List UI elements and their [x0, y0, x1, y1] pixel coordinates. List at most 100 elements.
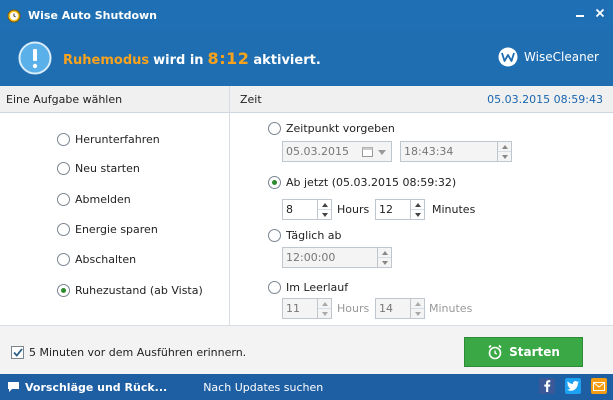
time-options: Zeitpunkt vorgeben 05.03.2015 18:43:34 A…	[230, 113, 613, 325]
action-bar: 5 Minuten vor dem Ausführen erinnern. St…	[0, 325, 613, 374]
date-picker[interactable]: 05.03.2015	[282, 141, 392, 162]
radio-circle	[268, 281, 281, 294]
radio-label: Ab jetzt (05.03.2015 08:59:32)	[286, 176, 457, 189]
brand-name: WiseCleaner	[524, 50, 599, 64]
spin-up-button[interactable]	[318, 200, 331, 209]
idle-minutes-spinner[interactable]	[410, 299, 424, 318]
radio-label: Abmelden	[75, 193, 131, 206]
footer-bar: Vorschläge und Rück... Nach Updates such…	[0, 374, 613, 400]
hours-spinner[interactable]	[317, 200, 331, 219]
radio-circle	[57, 133, 70, 146]
feedback-label: Vorschläge und Rück...	[25, 380, 168, 394]
radio-sleep[interactable]: Energie sparen	[57, 223, 158, 236]
hours-value: 11	[286, 302, 300, 315]
check-updates-link[interactable]: Nach Updates suchen	[203, 381, 323, 394]
checkbox-box	[11, 346, 24, 359]
radio-circle	[268, 122, 281, 135]
status-banner: Ruhemodus wird in 8:12 aktiviert. WiseCl…	[0, 30, 613, 86]
radio-circle	[57, 193, 70, 206]
radio-circle	[268, 229, 281, 242]
chevron-up-icon	[501, 144, 508, 149]
idle-hours-spinner[interactable]	[317, 299, 331, 318]
feedback-link[interactable]: Vorschläge und Rück...	[7, 381, 167, 394]
minutes-value: 14	[379, 302, 393, 315]
time-field-specified[interactable]: 18:43:34	[400, 141, 512, 162]
brand-link[interactable]: WiseCleaner	[498, 47, 599, 67]
radio-specified-time[interactable]: Zeitpunkt vorgeben	[268, 122, 395, 135]
chevron-up-icon	[414, 202, 421, 207]
spin-up-button[interactable]	[318, 299, 331, 308]
radio-label: Herunterfahren	[75, 133, 160, 146]
idle-hours-input[interactable]: 11	[282, 298, 332, 319]
time-section-title: Zeit	[240, 92, 262, 106]
radio-label: Täglich ab	[286, 229, 342, 242]
spin-up-button[interactable]	[411, 299, 424, 308]
alarm-clock-icon	[488, 344, 502, 360]
exclamation-icon	[18, 41, 52, 75]
radio-logoff[interactable]: Abmelden	[57, 193, 131, 206]
reminder-label: 5 Minuten vor dem Ausführen erinnern.	[29, 346, 247, 359]
chevron-down-icon	[321, 212, 328, 217]
checkmark-icon	[12, 348, 23, 357]
close-icon	[595, 8, 605, 18]
hours-label: Hours	[337, 203, 370, 216]
radio-restart[interactable]: Neu starten	[57, 162, 140, 175]
radio-label: Abschalten	[75, 253, 137, 266]
radio-circle	[57, 223, 70, 236]
minutes-spinner[interactable]	[410, 200, 424, 219]
chevron-up-icon	[321, 301, 328, 306]
chevron-up-icon	[414, 301, 421, 306]
spin-down-button[interactable]	[498, 151, 511, 161]
time-value: 12:00:00	[286, 251, 336, 264]
spin-up-button[interactable]	[498, 142, 511, 151]
idle-minutes-input[interactable]: 14	[375, 298, 425, 319]
section-header: Eine Aufgabe wählen Zeit 05.03.2015 08:5…	[0, 86, 613, 113]
reminder-checkbox[interactable]: 5 Minuten vor dem Ausführen erinnern.	[11, 346, 246, 359]
radio-circle	[57, 284, 70, 297]
spin-down-button[interactable]	[378, 257, 391, 267]
hours-value: 8	[286, 203, 293, 216]
countdown-status: Ruhemodus wird in 8:12 aktiviert.	[63, 49, 321, 68]
countdown-time: 8:12	[208, 49, 250, 68]
facebook-button[interactable]	[539, 378, 555, 394]
start-button-label: Starten	[509, 345, 560, 359]
radio-from-now[interactable]: Ab jetzt (05.03.2015 08:59:32)	[268, 176, 456, 189]
chevron-up-icon	[381, 250, 388, 255]
minimize-button[interactable]	[571, 5, 589, 21]
spin-down-button[interactable]	[318, 308, 331, 318]
time-spinner[interactable]	[497, 142, 511, 161]
twitter-button[interactable]	[565, 378, 581, 394]
minimize-icon	[576, 15, 584, 17]
spin-down-button[interactable]	[411, 209, 424, 219]
radio-idle[interactable]: Im Leerlauf	[268, 281, 348, 294]
spin-up-button[interactable]	[411, 200, 424, 209]
time-spinner[interactable]	[377, 248, 391, 267]
countdown-minutes: 12	[226, 48, 250, 68]
chevron-up-icon	[321, 202, 328, 207]
chevron-down-icon	[381, 260, 388, 265]
spin-down-button[interactable]	[318, 209, 331, 219]
close-button[interactable]	[591, 5, 609, 21]
radio-daily[interactable]: Täglich ab	[268, 229, 342, 242]
speech-bubble-icon	[8, 382, 19, 392]
hours-input[interactable]: 8	[282, 199, 332, 220]
spin-up-button[interactable]	[378, 248, 391, 257]
radio-shutdown[interactable]: Herunterfahren	[57, 133, 160, 146]
chevron-down-icon	[414, 311, 421, 316]
chevron-down-icon	[378, 150, 386, 155]
status-mid-text: wird in	[153, 52, 204, 68]
radio-power-off[interactable]: Abschalten	[57, 253, 136, 266]
start-button[interactable]: Starten	[464, 337, 583, 367]
radio-label: Neu starten	[75, 162, 140, 175]
radio-hibernate[interactable]: Ruhezustand (ab Vista)	[57, 284, 203, 297]
time-field-daily[interactable]: 12:00:00	[282, 247, 392, 268]
email-button[interactable]	[591, 378, 607, 394]
chevron-down-icon	[414, 212, 421, 217]
facebook-icon	[544, 380, 551, 392]
countdown-hours: 8	[207, 48, 220, 68]
minutes-input[interactable]: 12	[375, 199, 425, 220]
minutes-label: Minutes	[432, 203, 476, 216]
spin-down-button[interactable]	[411, 308, 424, 318]
chevron-down-icon	[321, 311, 328, 316]
task-name: Ruhemodus	[63, 52, 150, 68]
